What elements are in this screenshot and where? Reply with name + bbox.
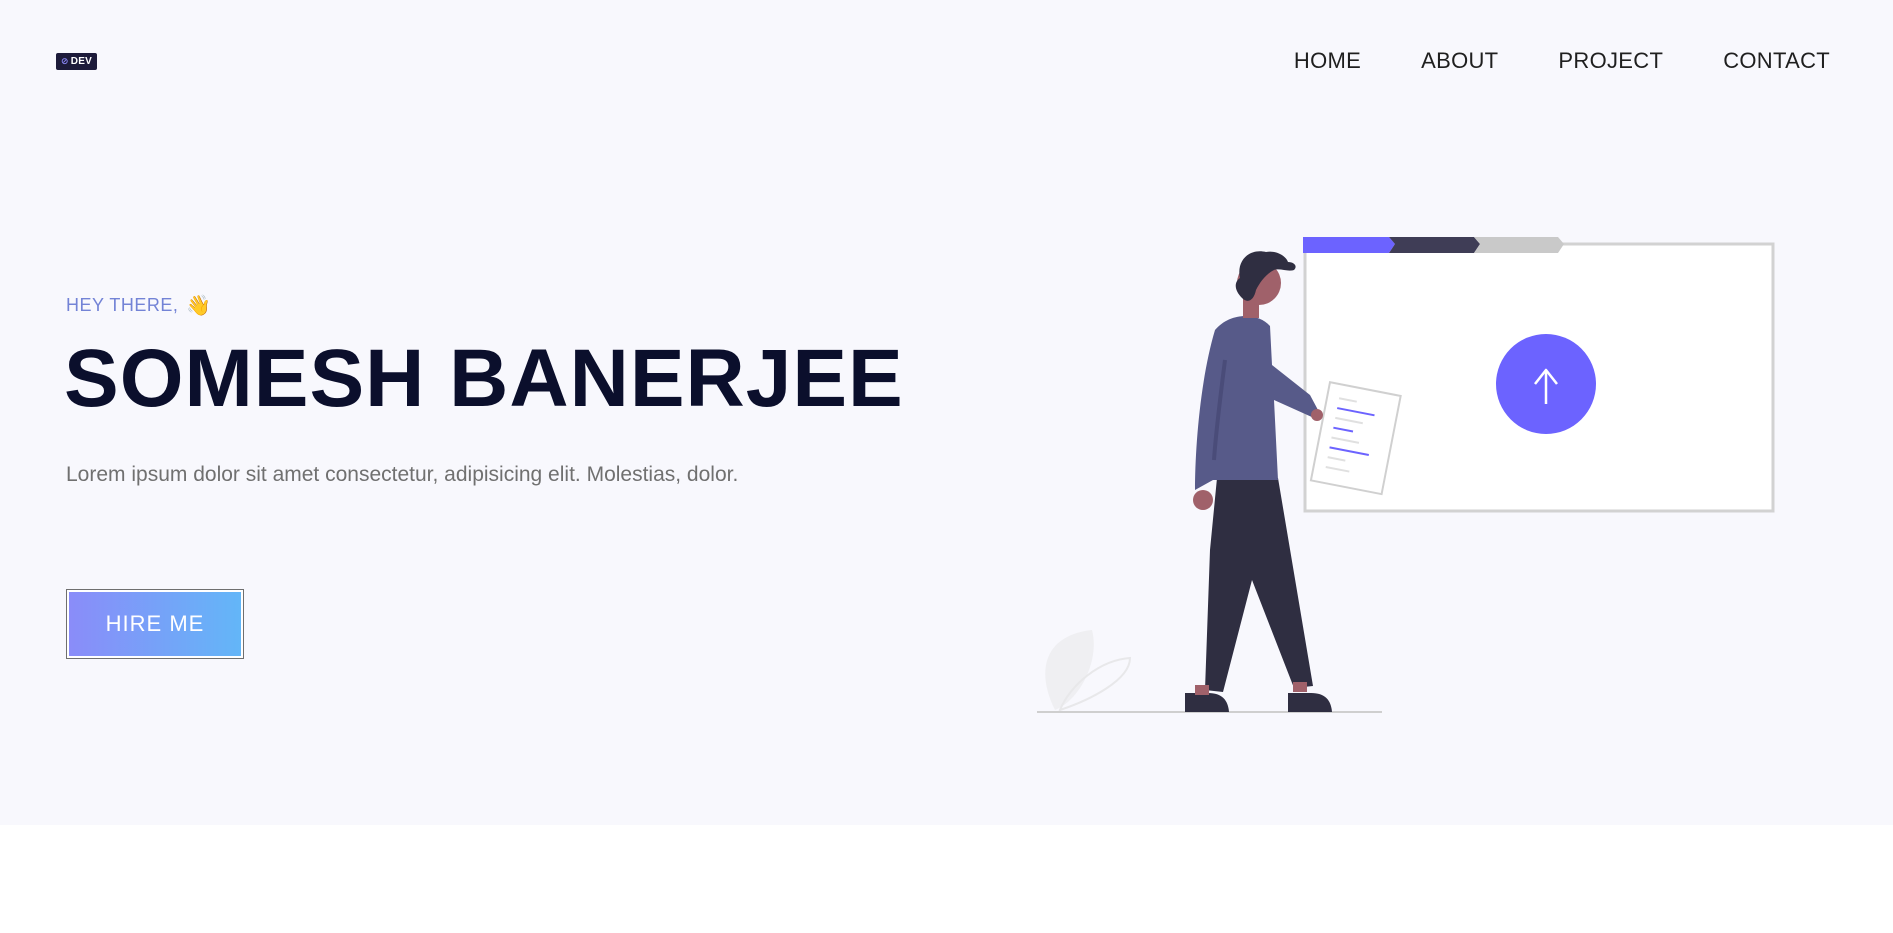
hero-description: Lorem ipsum dolor sit amet consectetur, … xyxy=(66,463,739,486)
hire-me-label: HIRE ME xyxy=(69,592,241,656)
nav-home[interactable]: HOME xyxy=(1294,48,1361,74)
hero-section: ⊘ DEV HOME ABOUT PROJECT CONTACT HEY THE… xyxy=(0,0,1893,825)
waving-hand-icon: 👋 xyxy=(186,295,212,317)
greeting: HEY THERE, 👋 xyxy=(66,293,211,318)
main-nav: HOME ABOUT PROJECT CONTACT xyxy=(1294,48,1830,74)
hero-name: SOMESH BANERJEE xyxy=(64,333,904,424)
plant-icon xyxy=(1045,630,1132,712)
upload-illustration xyxy=(1037,237,1775,713)
nav-project[interactable]: PROJECT xyxy=(1558,48,1663,74)
nav-contact[interactable]: CONTACT xyxy=(1723,48,1830,74)
link-icon: ⊘ xyxy=(60,56,69,66)
greeting-text: HEY THERE, xyxy=(66,295,179,315)
nav-about[interactable]: ABOUT xyxy=(1421,48,1498,74)
progress-steps xyxy=(1303,237,1564,253)
logo-text: DEV xyxy=(70,56,93,67)
site-logo[interactable]: ⊘ DEV xyxy=(56,53,97,70)
hire-me-button[interactable]: HIRE ME xyxy=(66,589,244,659)
